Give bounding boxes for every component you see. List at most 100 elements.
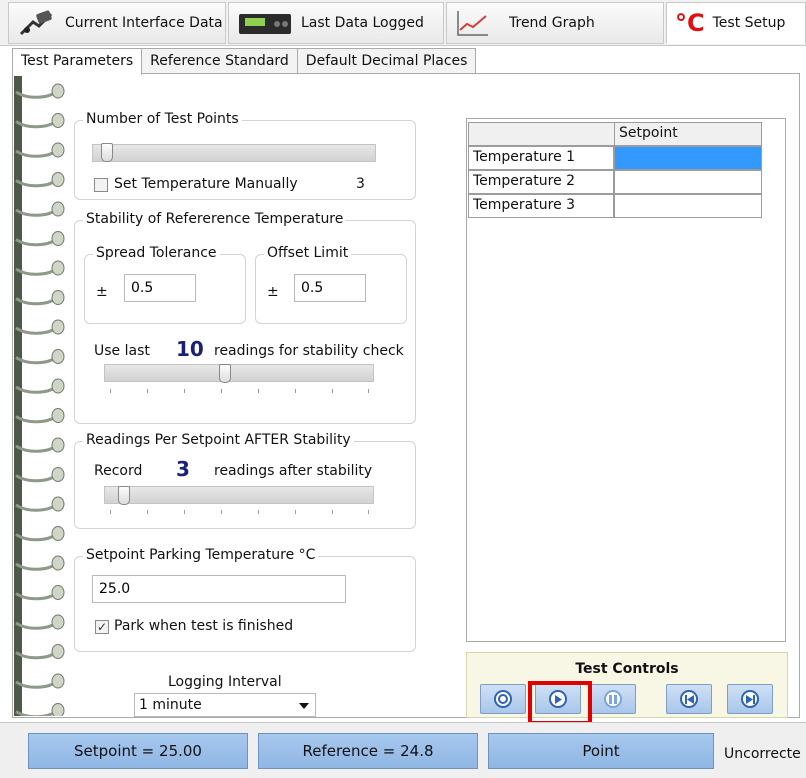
tab-test-setup[interactable]: °C Test Setup: [666, 2, 806, 44]
record-prefix: Record: [94, 463, 143, 479]
stability-readings-slider-thumb[interactable]: [219, 364, 231, 383]
start-button-highlight: [528, 681, 592, 725]
binding-ring: [15, 260, 65, 276]
group-legend: Setpoint Parking Temperature °C: [83, 547, 319, 563]
tab-label: Test Setup: [712, 15, 786, 31]
slider-tick: [184, 389, 185, 393]
point-status: Point: [488, 733, 714, 769]
slider-tick: [258, 510, 259, 514]
setpoint-cell-3[interactable]: [614, 194, 762, 218]
chevron-down-icon: [299, 703, 309, 709]
logging-interval-select[interactable]: 1 minute: [134, 693, 316, 717]
binding-ring: [15, 113, 65, 129]
slider-tick: [110, 510, 111, 514]
setpoint-column-header: Setpoint: [614, 122, 762, 146]
slider-tick: [368, 389, 369, 393]
binding-ring: [15, 585, 65, 601]
binding-ring: [15, 378, 65, 394]
spread-tolerance-input[interactable]: [124, 274, 196, 302]
plus-minus-label: ±: [96, 284, 108, 300]
binding-ring: [15, 644, 65, 660]
binding-ring: [15, 319, 65, 335]
test-points-slider-thumb[interactable]: [101, 143, 113, 162]
group-legend: Offset Limit: [264, 245, 352, 261]
slider-tick: [295, 510, 296, 514]
tab-label: Last Data Logged: [301, 15, 424, 31]
setpoint-status: Setpoint = 25.00: [28, 733, 248, 769]
park-when-finished-checkbox[interactable]: ✓: [95, 620, 109, 634]
stop-icon: [494, 690, 512, 708]
slider-tick: [147, 510, 148, 514]
plus-minus-label: ±: [267, 284, 279, 300]
table-row-header: Temperature 2: [468, 170, 614, 194]
test-points-count: 3: [356, 176, 365, 192]
stop-button[interactable]: [480, 684, 526, 714]
top-tab-bar: Current Interface Data Last Data Logged …: [0, 0, 806, 46]
slider-tick: [332, 389, 333, 393]
slider-tick: [184, 510, 185, 514]
pause-button[interactable]: [590, 684, 636, 714]
binding-ring: [15, 703, 65, 716]
binding-ring: [15, 83, 65, 99]
binding-ring: [15, 467, 65, 483]
group-legend: Spread Tolerance: [93, 245, 220, 261]
tab-current-interface-data[interactable]: Current Interface Data: [8, 2, 226, 44]
slider-tick: [368, 510, 369, 514]
offset-limit-input[interactable]: [294, 274, 366, 302]
setpoint-cell-2[interactable]: [614, 170, 762, 194]
set-temperature-manually-checkbox[interactable]: [94, 178, 108, 192]
binding-ring: [15, 172, 65, 188]
binding-ring: [15, 614, 65, 630]
connector-icon: [19, 10, 53, 36]
logger-device-icon: [239, 14, 291, 34]
reference-status: Reference = 24.8: [258, 733, 478, 769]
setpoint-cell-1[interactable]: [614, 146, 762, 170]
sub-tab-bar: Test Parameters Reference Standard Defau…: [12, 48, 477, 75]
use-last-suffix: readings for stability check: [214, 343, 404, 359]
celsius-icon: °C: [675, 9, 705, 37]
stability-readings-slider[interactable]: [104, 364, 374, 382]
logging-interval-label: Logging Interval: [168, 674, 282, 690]
slider-tick: [221, 510, 222, 514]
binding-ring: [15, 673, 65, 689]
slider-tick: [147, 389, 148, 393]
tab-reference-standard[interactable]: Reference Standard: [141, 48, 298, 74]
tab-label: Trend Graph: [509, 15, 595, 31]
slider-tick: [221, 389, 222, 393]
set-temperature-manually-label: Set Temperature Manually: [114, 176, 298, 192]
tab-trend-graph[interactable]: Trend Graph: [446, 2, 664, 44]
trend-graph-icon: [457, 11, 488, 36]
binding-ring: [15, 496, 65, 512]
binding-ring: [15, 349, 65, 365]
binding-ring: [15, 555, 65, 571]
record-readings-slider-thumb[interactable]: [118, 486, 130, 505]
binding-ring: [15, 290, 65, 306]
logging-interval-value: 1 minute: [139, 697, 202, 713]
record-suffix: readings after stability: [214, 463, 373, 479]
table-row-header: Temperature 3: [468, 194, 614, 218]
record-readings-slider[interactable]: [104, 486, 374, 504]
group-legend: Stability of Refererence Temperature: [83, 211, 347, 227]
table-row-header: Temperature 1: [468, 146, 614, 170]
next-point-button[interactable]: [727, 684, 773, 714]
table-corner: [468, 122, 614, 146]
binding-ring: [15, 142, 65, 158]
parking-temperature-group: Setpoint Parking Temperature °C: [74, 547, 416, 652]
slider-tick: [332, 510, 333, 514]
tab-default-decimal-places[interactable]: Default Decimal Places: [296, 48, 477, 74]
pause-icon: [604, 690, 622, 708]
readings-after-stability-group: Readings Per Setpoint AFTER Stability: [74, 432, 416, 529]
skip-back-icon: [680, 690, 698, 708]
group-legend: Number of Test Points: [83, 111, 242, 127]
parking-temperature-input[interactable]: [92, 575, 346, 603]
uncorrected-status: Uncorrecte: [724, 746, 801, 762]
slider-tick: [258, 389, 259, 393]
tab-test-parameters[interactable]: Test Parameters: [12, 48, 143, 75]
slider-tick: [110, 389, 111, 393]
previous-point-button[interactable]: [666, 684, 712, 714]
tab-label: Current Interface Data: [65, 15, 223, 31]
test-points-slider[interactable]: [92, 144, 376, 162]
tab-last-data-logged[interactable]: Last Data Logged: [228, 2, 444, 44]
binding-ring: [15, 526, 65, 542]
park-when-finished-label: Park when test is finished: [114, 618, 294, 634]
